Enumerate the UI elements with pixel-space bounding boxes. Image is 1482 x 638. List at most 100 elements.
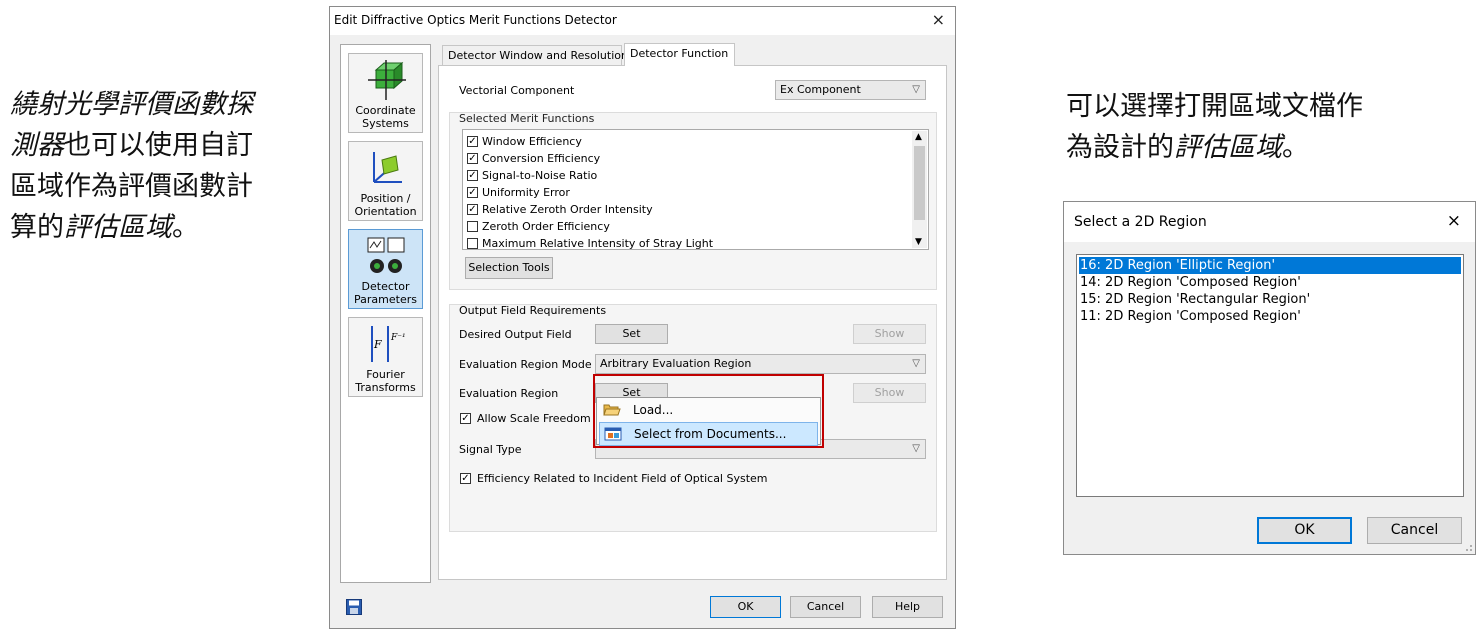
caption-text: 也可以使用自訂 [64,130,253,161]
merit-function-label: Signal-to-Noise Ratio [482,169,598,182]
select-2d-region-dialog: Select a 2D Region × 16: 2D Region 'Elli… [1063,201,1476,555]
caption-line: 算的評估區域。 [10,207,310,248]
region-list[interactable]: 16: 2D Region 'Elliptic Region' 14: 2D Re… [1076,254,1464,497]
merit-function-checkbox[interactable]: ✓ [467,204,478,215]
signal-type-label: Signal Type [459,443,522,456]
scrollbar[interactable]: ▲ ▼ [912,131,927,248]
vectorial-component-select[interactable]: Ex Component ▽ [775,80,926,100]
merit-functions-dialog: Edit Diffractive Optics Merit Functions … [329,6,956,629]
caption-text: 。 [1282,132,1309,163]
caption-text: 算的 [10,212,64,243]
merit-function-checkbox[interactable]: ✓ [467,170,478,181]
merit-function-checkbox[interactable] [467,221,478,232]
merit-function-checkbox[interactable] [467,238,478,249]
merit-function-label: Conversion Efficiency [482,152,601,165]
output-field-requirements-label: Output Field Requirements [459,304,607,317]
svg-text:F: F [373,338,382,351]
region-list-item[interactable]: 14: 2D Region 'Composed Region' [1079,274,1461,291]
merit-functions-list[interactable]: ✓ Window Efficiency ✓ Conversion Efficiency… [462,129,929,250]
sidebar-item-label: Position / Orientation [354,192,417,218]
left-caption: 繞射光學評價函數探 測器也可以使用自訂 區域作為評價函數計 算的評估區域。 [10,84,310,248]
sidebar-item-position-orientation[interactable]: Position / Orientation [348,141,423,221]
sidebar-item-label: Fourier Transforms [355,368,416,394]
scroll-up-icon[interactable]: ▲ [915,132,922,142]
ok-button[interactable]: OK [1257,517,1352,544]
region-list-item[interactable]: 11: 2D Region 'Composed Region' [1079,308,1461,325]
svg-text:F⁻¹: F⁻¹ [390,333,406,343]
caption-text: 可以選擇打開區域文檔作 [1066,91,1363,122]
caption-line: 繞射光學評價函數探 [10,84,310,125]
allow-scale-freedom-checkbox[interactable]: ✓ [460,413,471,424]
position-orientation-icon [372,152,402,183]
detector-function-panel: Vectorial Component Ex Component ▽ Selec… [438,65,947,580]
folder-open-icon [603,404,621,416]
caption-line: 為設計的評估區域。 [1066,127,1446,168]
merit-function-label: Relative Zeroth Order Intensity [482,203,653,216]
evaluation-region-label: Evaluation Region [459,387,559,400]
dialog-title: Edit Diffractive Optics Merit Functions … [334,13,617,27]
selected-merit-functions-label: Selected Merit Functions [459,112,595,125]
cancel-button[interactable]: Cancel [790,596,861,618]
evaluation-region-mode-select[interactable]: Arbitrary Evaluation Region ▽ [595,354,926,374]
vectorial-component-label: Vectorial Component [459,84,575,97]
close-icon[interactable]: × [1447,211,1461,231]
merit-functions-group: Selected Merit Functions ✓ Window Efficie… [449,112,937,290]
chevron-down-icon: ▽ [912,443,920,454]
selection-tools-button[interactable]: Selection Tools [465,257,553,279]
caption-text: 評估區域 [1174,132,1282,163]
merit-function-label: Zeroth Order Efficiency [482,220,610,233]
region-list-item[interactable]: 16: 2D Region 'Elliptic Region' [1079,257,1461,274]
merit-function-checkbox[interactable]: ✓ [467,187,478,198]
caption-line: 可以選擇打開區域文檔作 [1066,86,1446,127]
tab-detector-window[interactable]: Detector Window and Resolution [442,45,628,65]
caption-line: 測器也可以使用自訂 [10,125,310,166]
title-bar: Select a 2D Region × [1064,202,1475,242]
merit-function-checkbox[interactable]: ✓ [467,136,478,147]
help-button[interactable]: Help [872,596,943,618]
resize-grip-icon[interactable] [1463,542,1473,552]
save-icon[interactable] [346,599,362,615]
sidebar-item-coordinate-systems[interactable]: Coordinate Systems [348,53,423,133]
caption-text: 繞射光學評價函數探 [10,89,253,120]
caption-line: 區域作為評價函數計 [10,166,310,207]
caption-text: 。 [172,212,199,243]
evaluation-region-popup-menu: Load... Select from Documents... [596,397,821,446]
caption-text: 測器 [10,130,64,161]
close-icon[interactable]: × [932,10,945,29]
show-evaluation-region-button[interactable]: Show [853,383,926,403]
evaluation-region-mode-label: Evaluation Region Mode [459,358,592,371]
sidebar: Coordinate Systems Position / Orientatio… [340,44,431,583]
caption-text: 為設計的 [1066,132,1174,163]
chevron-down-icon: ▽ [912,84,920,95]
fourier-transforms-icon: F F⁻¹ [370,326,406,362]
show-output-field-button[interactable]: Show [853,324,926,344]
merit-function-label: Uniformity Error [482,186,570,199]
sidebar-item-label: Detector Parameters [354,280,417,306]
efficiency-related-label: Efficiency Related to Incident Field of … [477,472,768,485]
right-caption: 可以選擇打開區域文檔作 為設計的評估區域。 [1066,86,1446,168]
sidebar-item-fourier-transforms[interactable]: F F⁻¹ Fourier Transforms [348,317,423,397]
desired-output-field-label: Desired Output Field [459,328,572,341]
sidebar-item-detector-parameters[interactable]: Detector Parameters [348,229,423,309]
caption-text: 區域作為評價函數計 [10,171,253,202]
scroll-down-icon[interactable]: ▼ [915,237,922,247]
documents-icon [604,427,622,441]
efficiency-related-checkbox[interactable]: ✓ [460,473,471,484]
set-output-field-button[interactable]: Set [595,324,668,344]
menu-item-load[interactable]: Load... [599,398,818,422]
title-bar: Edit Diffractive Optics Merit Functions … [330,7,955,35]
menu-item-select-from-documents[interactable]: Select from Documents... [599,422,818,446]
tab-detector-function[interactable]: Detector Function [624,43,735,66]
scroll-thumb[interactable] [914,146,925,220]
sidebar-item-label: Coordinate Systems [355,104,416,130]
merit-function-label: Maximum Relative Intensity of Stray Ligh… [482,237,714,250]
cancel-button[interactable]: Cancel [1367,517,1462,544]
merit-function-label: Window Efficiency [482,135,582,148]
dialog-title: Select a 2D Region [1074,214,1207,230]
merit-function-checkbox[interactable]: ✓ [467,153,478,164]
allow-scale-freedom-label: Allow Scale Freedom [477,412,591,425]
ok-button[interactable]: OK [710,596,781,618]
region-list-item[interactable]: 15: 2D Region 'Rectangular Region' [1079,291,1461,308]
detector-parameters-icon [367,237,404,273]
coordinate-systems-icon [367,60,406,100]
